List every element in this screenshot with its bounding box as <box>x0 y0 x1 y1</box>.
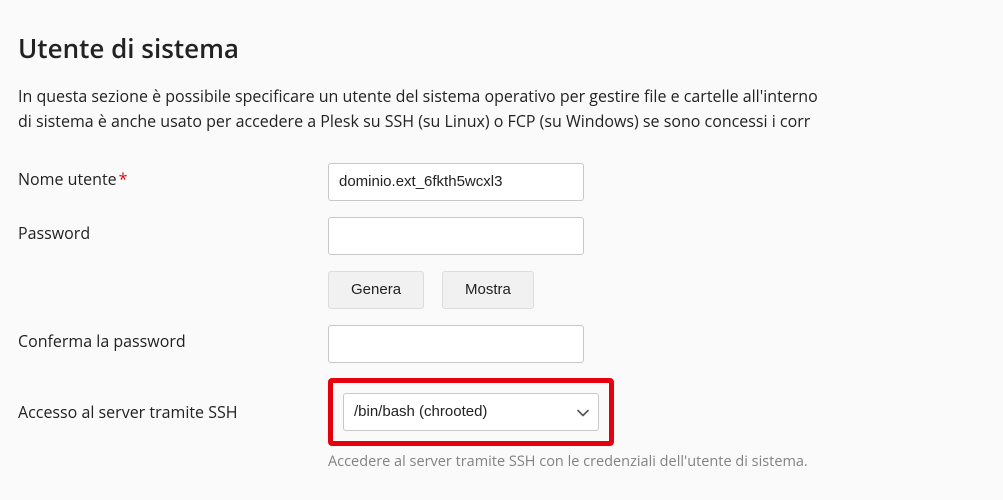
section-description: In questa sezione è possibile specificar… <box>18 84 985 134</box>
generate-button[interactable]: Genera <box>328 271 424 309</box>
password-label: Password <box>18 216 328 244</box>
row-username: Nome utente* <box>18 162 985 202</box>
username-label-text: Nome utente <box>18 168 117 190</box>
section-desc-line2: di sistema è anche usato per accedere a … <box>18 110 810 132</box>
ssh-access-select[interactable]: /bin/bash (chrooted) <box>343 393 599 431</box>
password-input[interactable] <box>328 217 584 255</box>
ssh-hint-text: Accedere al server tramite SSH con le cr… <box>328 452 985 471</box>
username-label: Nome utente* <box>18 162 328 190</box>
confirm-password-label: Conferma la password <box>18 324 328 352</box>
required-star-icon: * <box>119 168 128 190</box>
section-desc-line1: In questa sezione è possibile specificar… <box>18 85 818 107</box>
show-button[interactable]: Mostra <box>442 271 534 309</box>
confirm-password-input[interactable] <box>328 325 584 363</box>
ssh-highlight-box: /bin/bash (chrooted) <box>328 378 614 446</box>
ssh-access-label: Accesso al server tramite SSH <box>18 401 328 423</box>
username-input[interactable] <box>328 163 584 201</box>
row-ssh-access: Accesso al server tramite SSH /bin/bash … <box>18 378 985 446</box>
row-confirm-password: Conferma la password <box>18 324 985 364</box>
spacer-label <box>18 270 328 276</box>
row-password: Password <box>18 216 985 256</box>
row-password-buttons: Genera Mostra <box>18 270 985 310</box>
section-title: Utente di sistema <box>18 30 985 66</box>
